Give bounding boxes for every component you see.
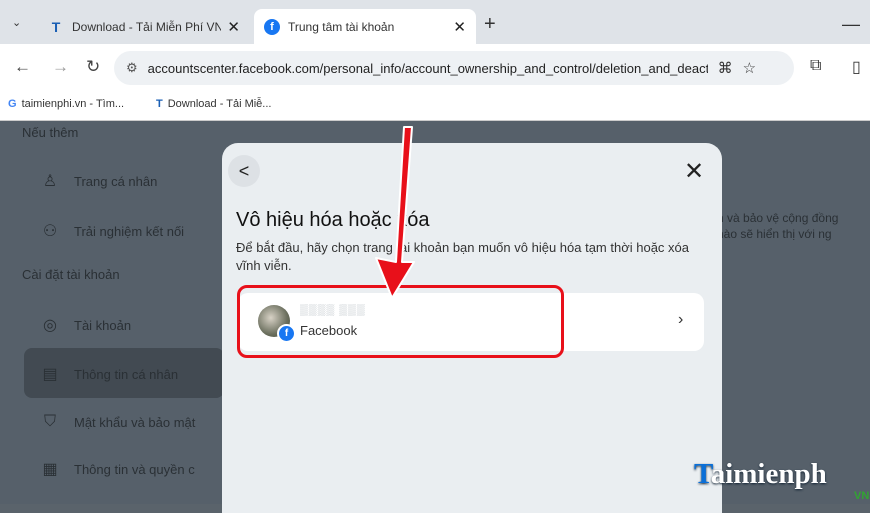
red-pointer-arrow-icon (375, 126, 415, 299)
watermark-logo: Taimienph (694, 458, 827, 490)
watermark-sub: VN (854, 490, 870, 502)
